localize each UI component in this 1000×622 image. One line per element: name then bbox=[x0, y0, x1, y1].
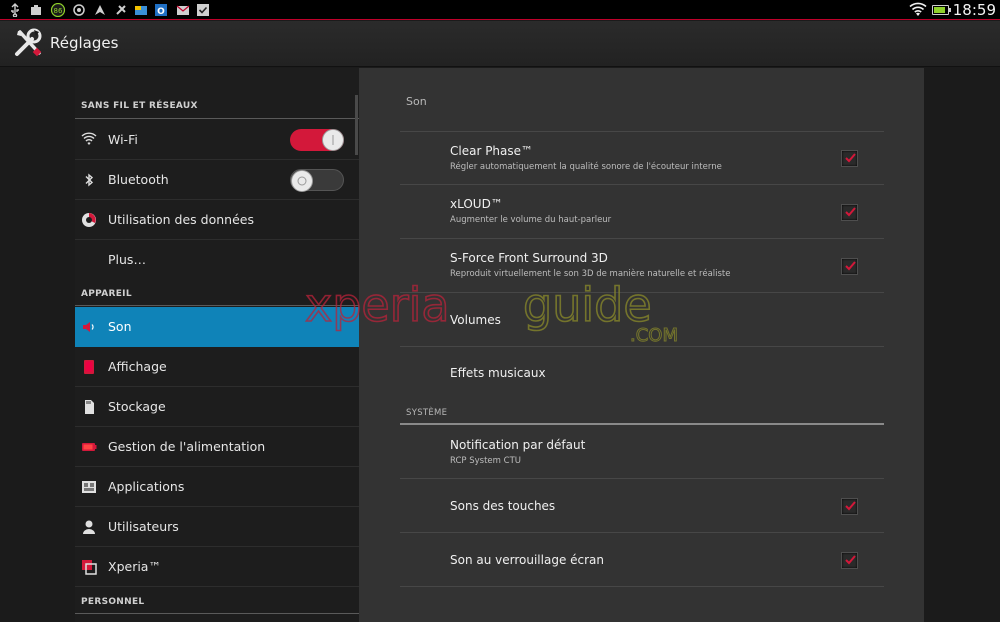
svg-text:O: O bbox=[157, 7, 165, 17]
wifi-toggle[interactable] bbox=[290, 129, 344, 151]
sidebar-item-label: Wi-Fi bbox=[108, 132, 138, 147]
section-header-wireless: SANS FIL ET RÉSEAUX bbox=[81, 101, 198, 111]
usb-icon bbox=[8, 3, 22, 18]
email-icon bbox=[176, 3, 190, 17]
pref-summary: Augmenter le volume du haut-parleur bbox=[450, 215, 612, 225]
pref-touch-sounds[interactable]: Sons des touches bbox=[400, 480, 884, 533]
status-time: 18:59 bbox=[952, 1, 996, 19]
s-force-checkbox[interactable] bbox=[841, 258, 858, 275]
pref-title: Sons des touches bbox=[450, 499, 556, 513]
sidebar-item-storage[interactable]: Stockage bbox=[75, 387, 359, 427]
pref-clear-phase[interactable]: Clear Phase™ Régler automatiquement la q… bbox=[400, 132, 884, 185]
sidebar-item-label: Applications bbox=[108, 479, 185, 494]
badge-86-text: 86 bbox=[54, 7, 63, 15]
battery-icon bbox=[81, 439, 97, 455]
section-divider bbox=[75, 118, 359, 119]
data-usage-icon bbox=[81, 212, 97, 228]
section-divider bbox=[75, 305, 359, 306]
sidebar-item-label: Utilisateurs bbox=[108, 519, 179, 534]
action-bar: Réglages bbox=[0, 21, 1000, 67]
speaker-icon bbox=[81, 319, 97, 335]
sidebar-item-label: Utilisation des données bbox=[108, 212, 254, 227]
sidebar-item-more[interactable]: Plus… bbox=[75, 240, 359, 280]
sidebar-item-sound[interactable]: Son bbox=[75, 307, 359, 347]
system-section-divider bbox=[400, 423, 884, 425]
sidebar-item-label: Son bbox=[108, 319, 132, 334]
section-header-device: APPAREIL bbox=[81, 289, 132, 299]
sidebar-item-display[interactable]: Affichage bbox=[75, 347, 359, 387]
pref-title: Clear Phase™ bbox=[450, 144, 534, 158]
sidebar-item-label: Stockage bbox=[108, 399, 166, 414]
bluetooth-icon bbox=[81, 172, 97, 188]
pref-xloud[interactable]: xLOUD™ Augmenter le volume du haut-parle… bbox=[400, 186, 884, 239]
pref-summary: Reproduit virtuellement le son 3D de man… bbox=[450, 269, 731, 279]
battery-status-icon bbox=[932, 5, 951, 15]
toggle-knob bbox=[291, 170, 313, 192]
gps-icon bbox=[93, 3, 107, 17]
pref-music-effects[interactable]: Effets musicaux bbox=[400, 348, 884, 400]
badge-86-icon: 86 bbox=[50, 2, 66, 18]
pref-title: xLOUD™ bbox=[450, 197, 503, 211]
pref-summary: Régler automatiquement la qualité sonore… bbox=[450, 162, 722, 172]
sidebar-item-xperia[interactable]: Xperia™ bbox=[75, 547, 359, 587]
sidebar-item-label: Bluetooth bbox=[108, 172, 169, 187]
display-icon bbox=[81, 359, 97, 375]
section-header-personal: PERSONNEL bbox=[81, 597, 145, 607]
lock-sound-checkbox[interactable] bbox=[841, 552, 858, 569]
sidebar-item-power[interactable]: Gestion de l'alimentation bbox=[75, 427, 359, 467]
bluetooth-toggle[interactable] bbox=[290, 169, 344, 192]
sidebar-item-wifi[interactable]: Wi-Fi bbox=[75, 120, 359, 160]
system-section-header: SYSTÈME bbox=[406, 408, 448, 418]
download-icon bbox=[29, 3, 43, 17]
category-title: Son bbox=[406, 95, 427, 108]
sidebar-item-users[interactable]: Utilisateurs bbox=[75, 507, 359, 547]
wifi-signal-icon bbox=[909, 2, 927, 22]
usb-debug-icon bbox=[114, 3, 128, 17]
tasks-icon bbox=[196, 3, 210, 17]
section-divider bbox=[75, 613, 359, 614]
pref-lock-sound[interactable]: Son au verrouillage écran bbox=[400, 534, 884, 587]
status-bar: 86 O 18:59 bbox=[0, 0, 1000, 20]
applications-icon bbox=[81, 479, 97, 495]
pref-title: Notification par défaut bbox=[450, 438, 586, 452]
pref-title: Effets musicaux bbox=[450, 366, 546, 380]
xperia-icon bbox=[81, 559, 97, 575]
toggle-knob bbox=[322, 129, 344, 151]
pref-s-force-surround[interactable]: S-Force Front Surround 3D Reproduit virt… bbox=[400, 240, 884, 293]
settings-sidebar: SANS FIL ET RÉSEAUX Wi-Fi Bluetooth Util… bbox=[75, 68, 359, 622]
pref-title: Son au verrouillage écran bbox=[450, 553, 605, 567]
settings-tools-icon[interactable] bbox=[12, 27, 44, 59]
sidebar-scrollbar[interactable] bbox=[355, 95, 358, 155]
pref-summary: RCP System CTU bbox=[450, 456, 521, 466]
clear-phase-checkbox[interactable] bbox=[841, 150, 858, 167]
sidebar-item-label: Xperia™ bbox=[108, 559, 161, 574]
touch-sounds-checkbox[interactable] bbox=[841, 498, 858, 515]
pref-title: Volumes bbox=[450, 313, 501, 327]
page-title: Réglages bbox=[50, 34, 119, 52]
users-icon bbox=[81, 519, 97, 535]
sidebar-item-applications[interactable]: Applications bbox=[75, 467, 359, 507]
pref-volumes[interactable]: Volumes bbox=[400, 294, 884, 347]
sidebar-item-data-usage[interactable]: Utilisation des données bbox=[75, 200, 359, 240]
pref-default-notification[interactable]: Notification par défaut RCP System CTU bbox=[400, 426, 884, 479]
sidebar-item-label: Affichage bbox=[108, 359, 167, 374]
sync-icon bbox=[72, 3, 86, 17]
sidebar-item-label: Plus… bbox=[108, 252, 146, 267]
sound-settings-panel: Son Clear Phase™ Régler automatiquement … bbox=[359, 68, 924, 622]
store-icon bbox=[134, 3, 148, 17]
sidebar-item-label: Gestion de l'alimentation bbox=[108, 439, 266, 454]
right-margin bbox=[924, 68, 1000, 622]
pref-title: S-Force Front Surround 3D bbox=[450, 251, 608, 265]
xloud-checkbox[interactable] bbox=[841, 204, 858, 221]
outlook-icon: O bbox=[154, 3, 168, 17]
wifi-icon bbox=[81, 132, 97, 148]
storage-icon bbox=[81, 399, 97, 415]
sidebar-item-bluetooth[interactable]: Bluetooth bbox=[75, 160, 359, 200]
